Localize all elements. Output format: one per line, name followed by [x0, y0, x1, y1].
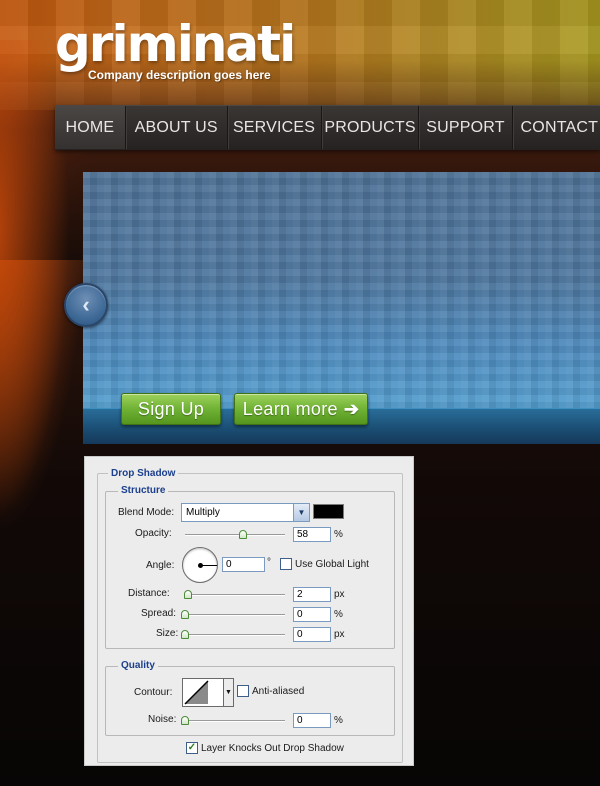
anti-aliased-checkbox[interactable] — [237, 685, 249, 697]
size-slider-thumb[interactable] — [181, 630, 189, 639]
angle-unit: ° — [267, 557, 271, 568]
learn-more-label: Learn more — [242, 398, 338, 419]
nav-item-support[interactable]: SUPPORT — [419, 106, 513, 149]
contour-curve-icon — [184, 680, 209, 705]
opacity-label: Opacity: — [135, 528, 172, 539]
structure-legend: Structure — [118, 485, 169, 496]
spread-input[interactable]: 0 — [293, 607, 331, 622]
shadow-color-swatch[interactable] — [313, 504, 344, 519]
contour-preview[interactable] — [182, 678, 224, 707]
opacity-slider-thumb[interactable] — [239, 530, 247, 539]
chevron-down-icon: ▼ — [293, 504, 309, 521]
blend-mode-label: Blend Mode: — [118, 507, 175, 518]
angle-dial[interactable] — [182, 547, 218, 583]
sign-up-label: Sign Up — [137, 398, 205, 419]
size-track — [185, 634, 285, 635]
layer-knocks-out-label: Layer Knocks Out Drop Shadow — [201, 743, 344, 754]
spread-slider-thumb[interactable] — [181, 610, 189, 619]
quality-group — [105, 666, 395, 736]
distance-label: Distance: — [128, 588, 170, 599]
spread-track — [185, 614, 285, 615]
slider-prev-button[interactable]: ‹ — [64, 283, 108, 327]
logo-text: griminati — [55, 15, 296, 73]
drop-shadow-title: Drop Shadow — [108, 468, 179, 479]
contour-label: Contour: — [134, 687, 173, 698]
noise-input[interactable]: 0 — [293, 713, 331, 728]
size-label: Size: — [156, 628, 179, 639]
layer-knocks-out-checkbox[interactable]: ✓ — [186, 742, 198, 754]
sign-up-button[interactable]: Sign Up — [121, 393, 221, 425]
noise-slider-thumb[interactable] — [181, 716, 189, 725]
size-input[interactable]: 0 — [293, 627, 331, 642]
noise-unit: % — [334, 715, 343, 726]
noise-label: Noise: — [148, 714, 177, 725]
use-global-light-checkbox[interactable] — [280, 558, 292, 570]
opacity-input[interactable]: 58 — [293, 527, 331, 542]
main-nav: HOME ABOUT US SERVICES PRODUCTS SUPPORT … — [55, 105, 600, 150]
learn-more-button[interactable]: Learn more ➔ — [234, 393, 368, 425]
distance-slider-thumb[interactable] — [184, 590, 192, 599]
size-unit: px — [334, 629, 345, 640]
angle-input[interactable]: 0 — [222, 557, 265, 572]
arrow-right-icon: ➔ — [343, 398, 360, 419]
distance-track — [185, 594, 285, 595]
nav-item-products[interactable]: PRODUCTS — [322, 106, 420, 149]
anti-aliased-label: Anti-aliased — [252, 686, 305, 697]
distance-input[interactable]: 2 — [293, 587, 331, 602]
checkmark-icon: ✓ — [187, 742, 197, 753]
noise-track — [185, 720, 285, 721]
quality-legend: Quality — [118, 660, 158, 671]
angle-dial-center — [198, 563, 203, 568]
spread-unit: % — [334, 609, 343, 620]
drop-shadow-panel: Drop Shadow Structure Blend Mode: Multip… — [84, 456, 414, 766]
angle-label: Angle: — [146, 560, 175, 571]
logo-tagline: Company description goes here — [88, 68, 271, 82]
nav-item-contact[interactable]: CONTACT — [513, 106, 600, 149]
contour-dropdown-button[interactable]: ▼ — [224, 678, 234, 707]
nav-item-about-us[interactable]: ABOUT US — [126, 106, 228, 149]
opacity-track — [185, 534, 285, 535]
blend-mode-select[interactable]: Multiply ▼ — [181, 503, 310, 522]
opacity-unit: % — [334, 529, 343, 540]
chevron-left-icon: ‹ — [82, 292, 90, 317]
spread-label: Spread: — [141, 608, 177, 619]
logo[interactable]: griminati Company description goes here — [55, 15, 296, 82]
nav-item-home[interactable]: HOME — [55, 106, 126, 149]
blend-mode-value: Multiply — [186, 507, 220, 518]
use-global-light-label: Use Global Light — [295, 559, 369, 570]
distance-unit: px — [334, 589, 345, 600]
nav-item-services[interactable]: SERVICES — [228, 106, 322, 149]
